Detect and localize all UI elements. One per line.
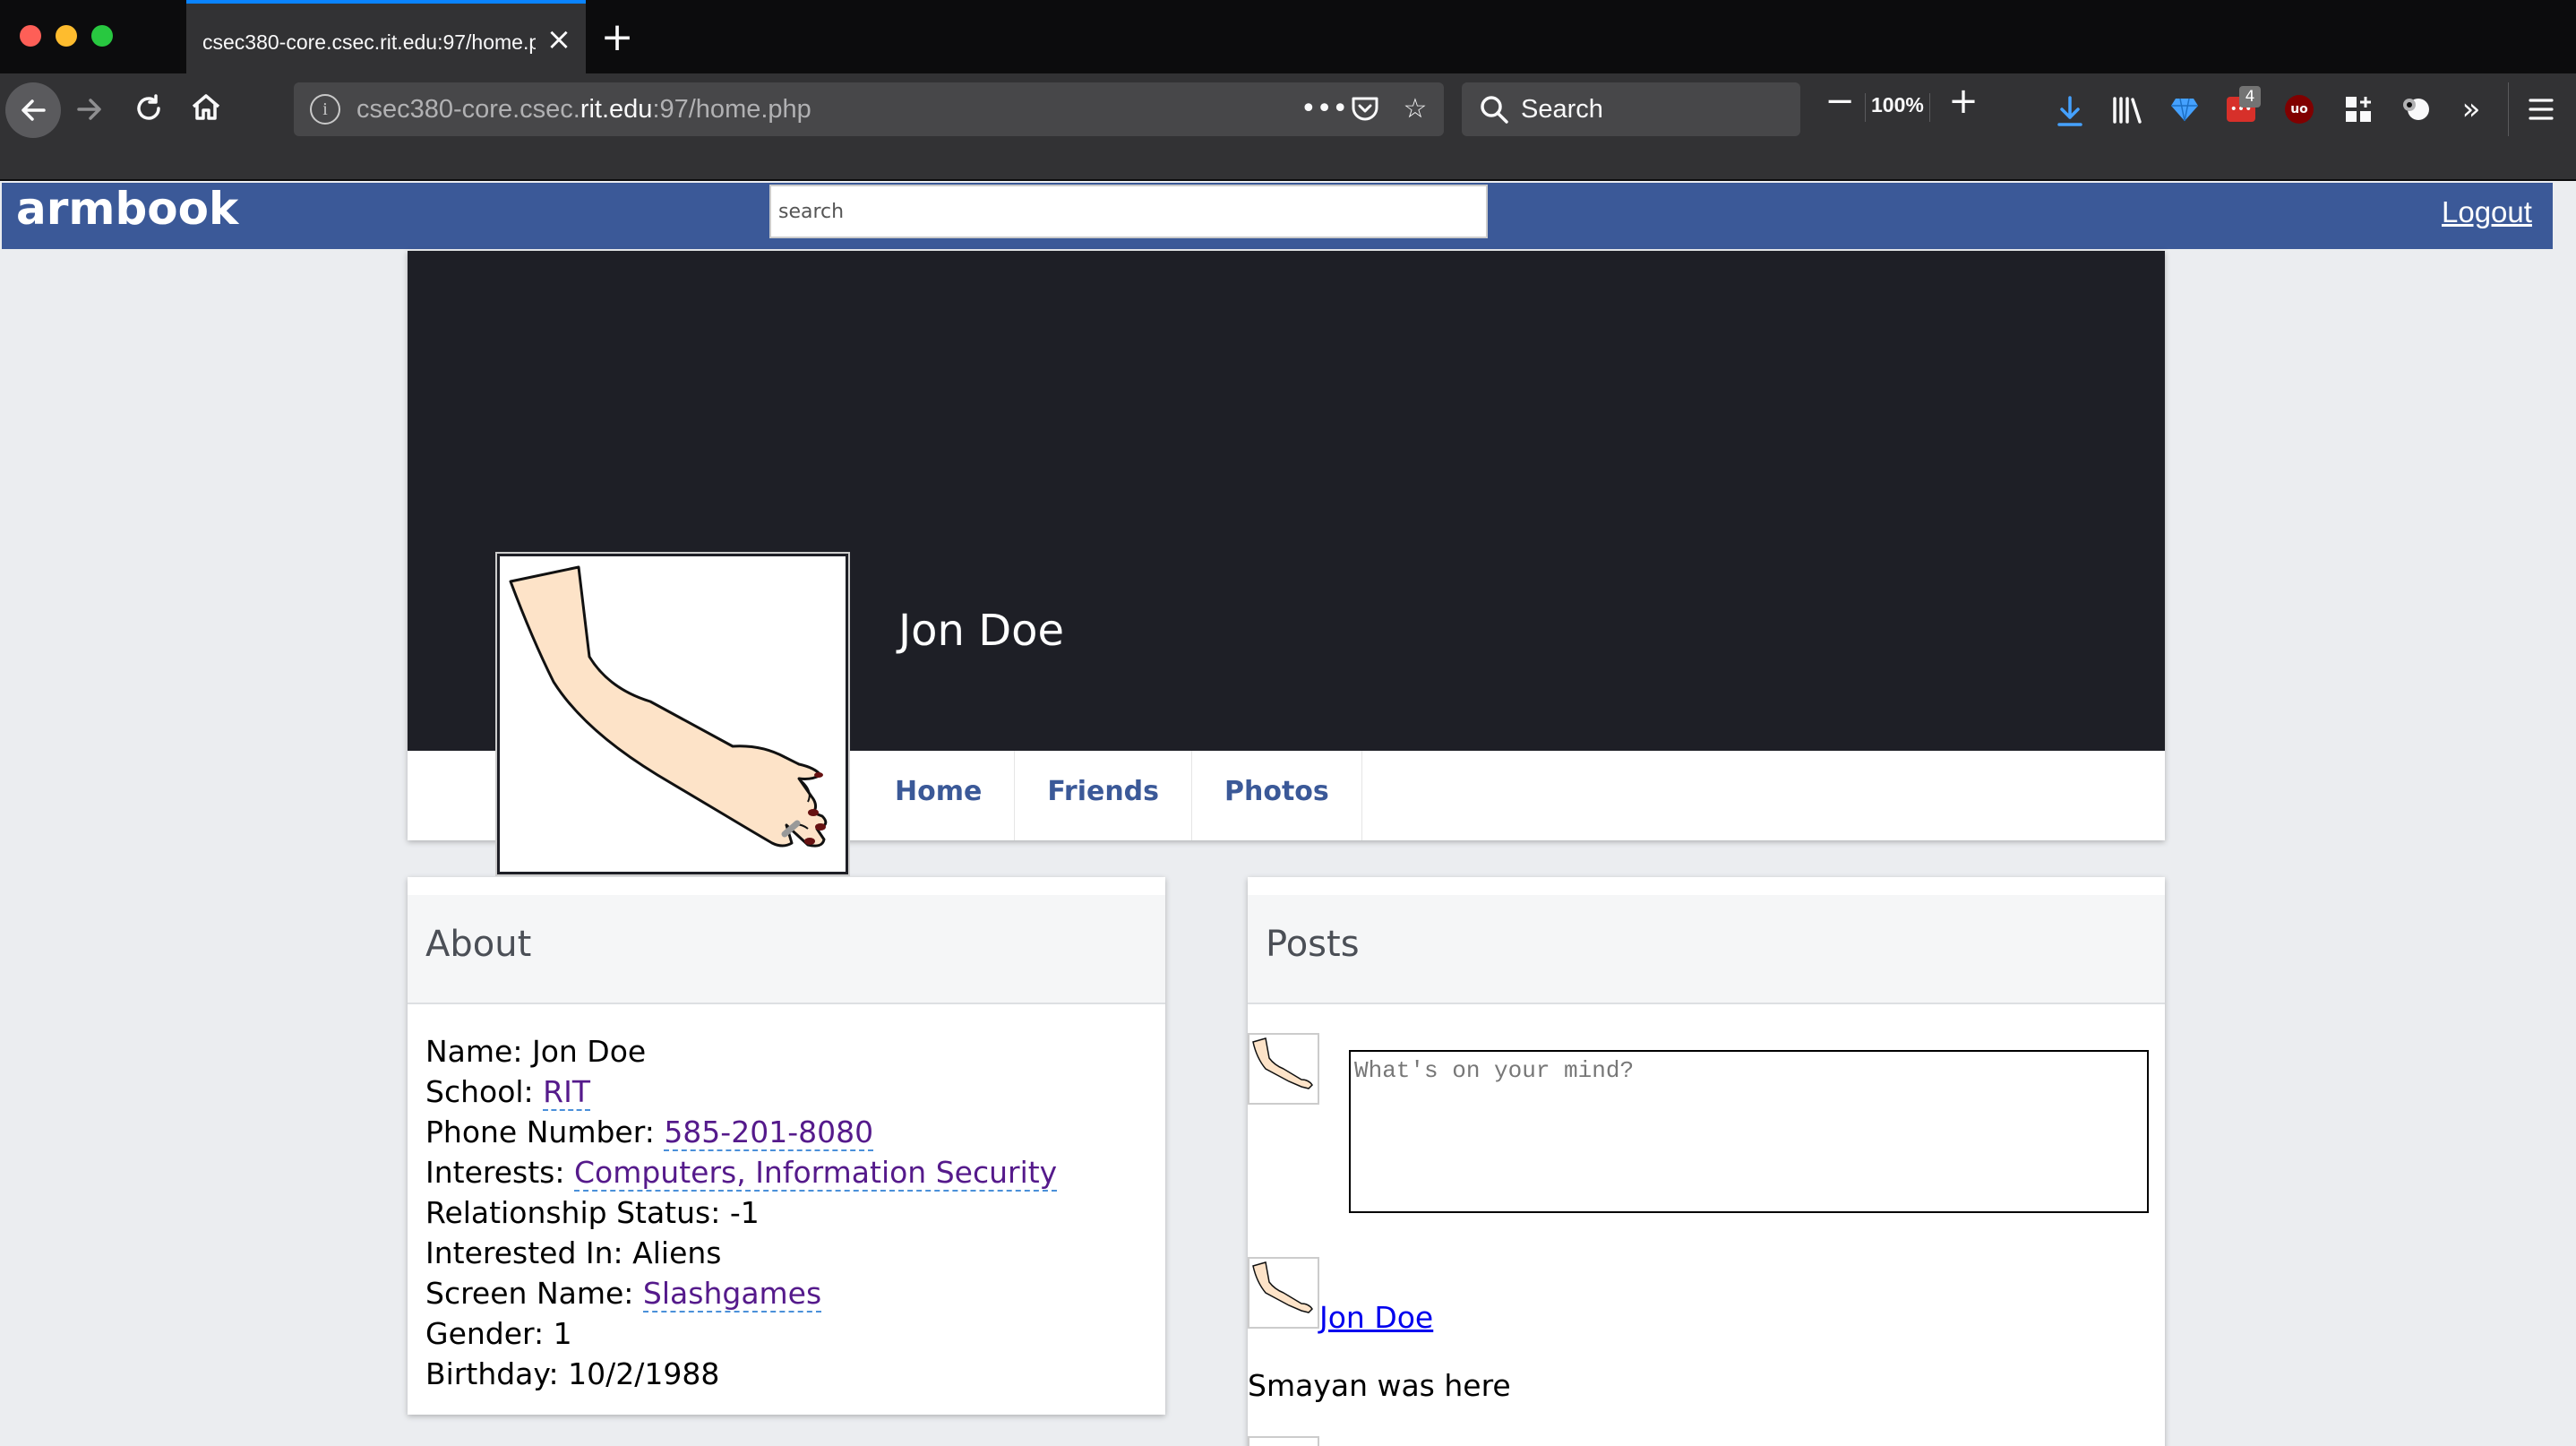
posts-title: Posts (1266, 924, 1360, 965)
field-label: Screen Name: (425, 1276, 643, 1311)
extension-ghost-icon[interactable] (2395, 90, 2436, 129)
post-text: Smayan was here (1248, 1368, 1511, 1403)
navigation-toolbar: i csec380-core.csec.rit.edu:97/home.php … (0, 73, 2576, 181)
home-button[interactable] (186, 73, 226, 145)
search-icon (1481, 96, 1508, 124)
address-bar[interactable]: i csec380-core.csec.rit.edu:97/home.php … (294, 82, 1444, 136)
zoom-level[interactable]: 100% (1865, 93, 1930, 122)
reload-icon (137, 94, 160, 120)
back-arrow-icon (21, 99, 46, 121)
field-value-birthday: 10/2/1988 (568, 1356, 720, 1391)
field-value-screen-name[interactable]: Slashgames (642, 1276, 822, 1313)
zoom-in-button[interactable]: + (1945, 81, 1981, 124)
field-value-name: Jon Doe (531, 1034, 647, 1069)
field-value-interested-in: Aliens (632, 1235, 722, 1270)
posts-header (1248, 895, 2165, 1004)
field-value-gender: 1 (553, 1316, 572, 1351)
about-birthday-row: Birthday: 10/2/1988 (425, 1354, 1057, 1394)
url-prefix: csec380-core.csec. (356, 95, 580, 124)
about-school-row: School: RIT (425, 1072, 1057, 1112)
profile-header-card: Jon Doe Home Friends Photos (408, 251, 2165, 874)
tab-photos[interactable]: Photos (1192, 751, 1362, 840)
about-interests-row: Interests: Computers, Information Securi… (425, 1152, 1058, 1192)
field-label: Birthday: (425, 1356, 569, 1391)
field-label: Phone Number: (425, 1115, 665, 1149)
profile-picture[interactable] (497, 554, 848, 874)
tab-friends[interactable]: Friends (1015, 751, 1193, 840)
field-label: Gender: (425, 1316, 554, 1351)
bookmark-star-icon[interactable]: ☆ (1397, 90, 1433, 129)
close-window-button[interactable] (20, 25, 41, 47)
zoom-out-button[interactable]: − (1822, 81, 1858, 124)
about-title: About (425, 924, 532, 965)
back-button[interactable] (5, 82, 61, 138)
next-post-avatar (1248, 1436, 1319, 1446)
profile-tabs: Home Friends Photos (863, 751, 1362, 840)
field-value-school[interactable]: RIT (543, 1074, 590, 1111)
about-relationship-row: Relationship Status: -1 (425, 1192, 1057, 1233)
url-suffix: :97/home.php (652, 95, 811, 124)
browser-search-bar[interactable]: Search (1462, 82, 1800, 136)
toolbar-separator (2508, 82, 2509, 136)
browser-chrome: csec380-core.csec.rit.edu:97/home.php × … (0, 0, 2576, 181)
profile-name: Jon Doe (898, 606, 1065, 656)
maximize-window-button[interactable] (91, 25, 113, 47)
page-actions-icon[interactable]: ••• (1301, 90, 1348, 129)
post-author-link[interactable]: Jon Doe (1319, 1300, 1433, 1335)
about-name-row: Name: Jon Doe (425, 1031, 1057, 1072)
tab-strip: csec380-core.csec.rit.edu:97/home.php × … (0, 0, 2576, 73)
about-card: About Name: Jon Doe School: RIT Phone Nu… (408, 877, 1165, 1415)
pocket-icon[interactable] (1347, 90, 1383, 129)
field-value-relationship: -1 (729, 1195, 760, 1230)
hamburger-menu-icon[interactable] (2520, 90, 2562, 129)
browser-search-placeholder: Search (1521, 95, 1603, 124)
field-label: Relationship Status: (425, 1195, 730, 1230)
tab-home[interactable]: Home (863, 751, 1016, 840)
site-logo[interactable]: armbook (16, 183, 238, 235)
minimize-window-button[interactable] (56, 25, 77, 47)
forward-button[interactable] (72, 73, 107, 145)
about-details: Name: Jon Doe School: RIT Phone Number: … (425, 1031, 1058, 1394)
composer-avatar (1248, 1033, 1319, 1105)
forward-arrow-icon (77, 99, 101, 120)
about-phone-row: Phone Number: 585-201-8080 (425, 1112, 1057, 1152)
about-gender-row: Gender: 1 (425, 1313, 1057, 1354)
about-interested-in-row: Interested In: Aliens (425, 1233, 1057, 1273)
new-tab-button[interactable]: + (597, 18, 638, 59)
logout-link[interactable]: Logout (2442, 195, 2532, 229)
post-author-avatar[interactable] (1248, 1257, 1319, 1329)
site-info-icon[interactable]: i (310, 94, 340, 125)
tab-title: csec380-core.csec.rit.edu:97/home.php (202, 30, 536, 54)
extension-badge-count: 4 (2239, 86, 2261, 108)
extension-diamond-icon[interactable] (2164, 90, 2205, 129)
field-label: Name: (425, 1034, 532, 1069)
posts-card: Posts Jon Doe Smayan was here (1248, 877, 2165, 1446)
browser-tab-active[interactable]: csec380-core.csec.rit.edu:97/home.php × (186, 0, 586, 73)
field-value-phone[interactable]: 585-201-8080 (664, 1115, 874, 1151)
reload-button[interactable] (131, 73, 167, 145)
downloads-icon[interactable] (2049, 90, 2091, 129)
tab-close-icon[interactable]: × (543, 23, 575, 56)
url-text[interactable]: csec380-core.csec.rit.edu:97/home.php (356, 95, 811, 125)
field-label: Interests: (425, 1155, 574, 1190)
overflow-chevron-icon[interactable]: » (2451, 90, 2492, 129)
site-search-input[interactable] (769, 185, 1488, 238)
url-host: rit.edu (580, 95, 653, 124)
field-label: Interested In: (425, 1235, 633, 1270)
library-icon[interactable] (2107, 90, 2148, 129)
ublock-icon[interactable]: uo (2285, 95, 2314, 124)
post-compose-input[interactable] (1349, 1050, 2149, 1213)
about-screen-name-row: Screen Name: Slashgames (425, 1273, 1057, 1313)
site-header: armbook Logout (2, 183, 2553, 249)
home-icon (192, 94, 220, 120)
field-label: School: (425, 1074, 544, 1109)
extension-grid-icon[interactable] (2338, 90, 2379, 129)
arm-illustration (509, 565, 828, 848)
field-value-interests[interactable]: Computers, Information Security (573, 1155, 1058, 1192)
